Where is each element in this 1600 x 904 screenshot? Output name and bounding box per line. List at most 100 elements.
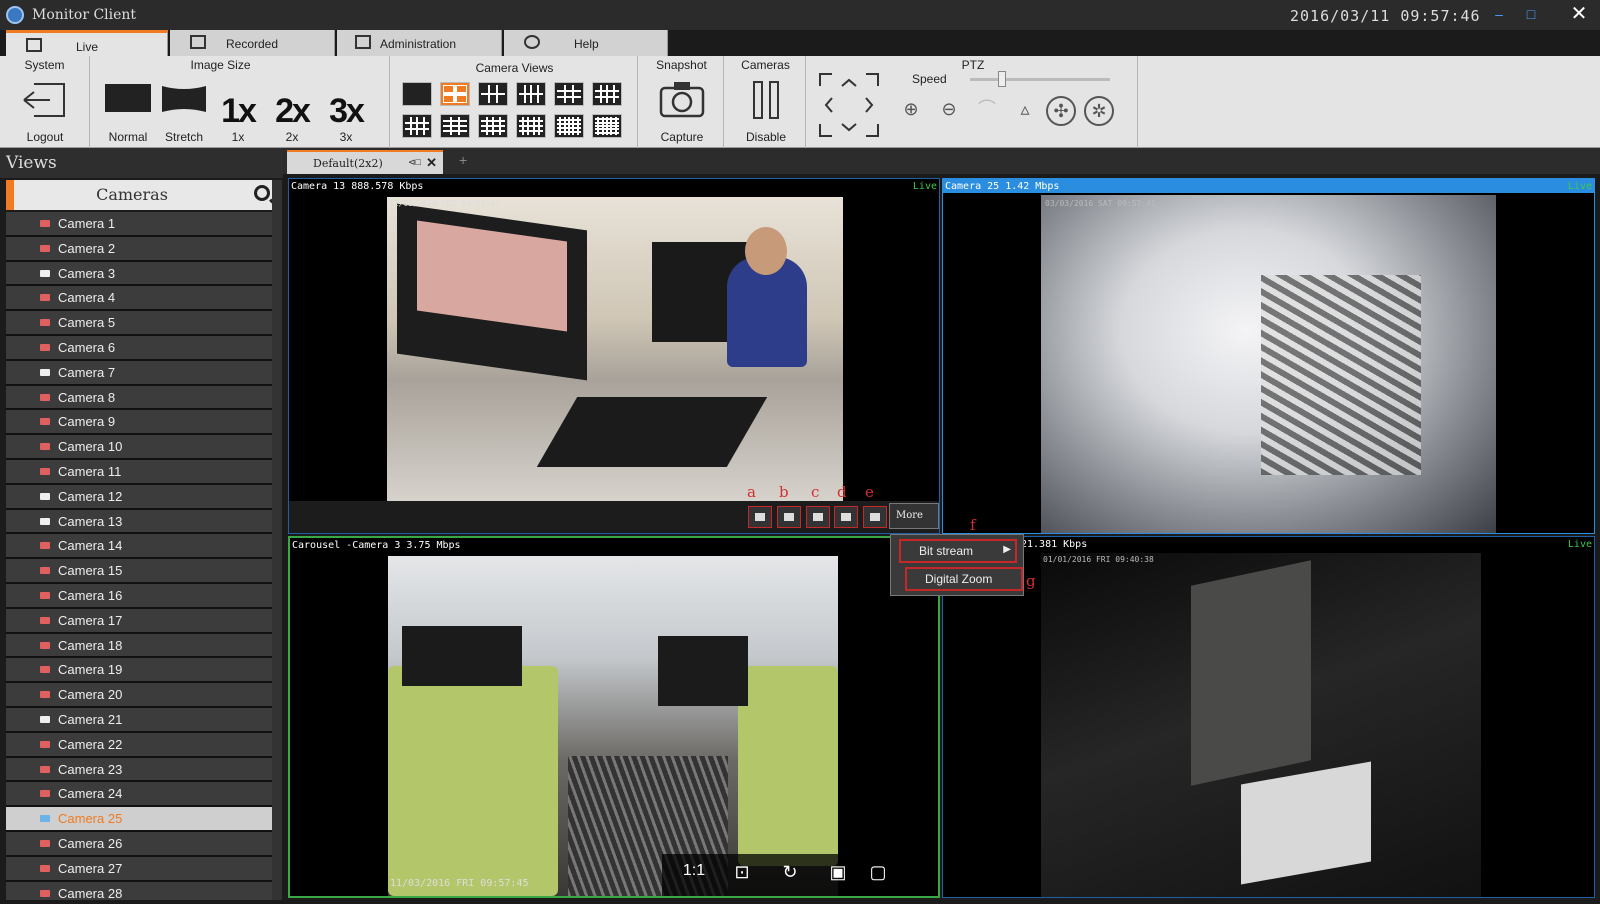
zoom-3x-button[interactable]: 3x 3x [318,74,374,144]
zoom-2x-button[interactable]: 2x 2x [264,74,320,144]
maximize-button[interactable]: □ [1518,4,1544,24]
layout-option[interactable] [478,114,508,138]
camera-list-item[interactable]: Camera 23 [6,757,272,783]
layout-option[interactable] [440,82,470,106]
fullscreen-icon[interactable]: ▢ [864,862,892,886]
camera-label: Camera 20 [58,687,123,703]
layout-option[interactable] [592,114,622,138]
camera-list-item[interactable]: Camera 7 [6,360,272,386]
clock-display: 2016/03/11 09:57:46 [1290,7,1481,25]
camera-list-item[interactable]: Camera 18 [6,633,272,659]
camera-list-item[interactable]: Camera 11 [6,459,272,485]
video-pane-carousel-camera-3[interactable]: Carousel -Camera 3 3.75 Mbps 11/03/2016 … [288,536,940,898]
camera-list-item[interactable]: Camera 4 [6,286,272,312]
layout-option[interactable] [592,82,622,106]
pin-icon[interactable]: ⊲□ [408,157,421,168]
camera-list-item[interactable]: Camera 21 [6,707,272,733]
camera-list-item[interactable]: Camera 10 [6,435,272,460]
tab-recorded[interactable]: Recorded [170,30,335,56]
focus-far-icon[interactable]: ▵ [1010,96,1040,126]
camera-list-item[interactable]: Camera 20 [6,683,272,708]
zoom-1x-button[interactable]: 1x 1x [210,74,266,144]
snapshot-button[interactable] [777,506,801,528]
layout-option[interactable] [516,82,546,106]
fit-icon[interactable]: ⊡ [728,862,756,886]
camera-label: Camera 14 [58,538,123,554]
camera-list-item[interactable]: Camera 22 [6,732,272,758]
save-icon[interactable]: ▣ [824,862,852,886]
capture-button[interactable]: Capture [646,74,718,144]
camera-list-item[interactable]: Camera 15 [6,559,272,584]
speed-label: Speed [912,72,947,86]
camera-list-item[interactable]: Camera 24 [6,782,272,808]
zoom-out-icon[interactable]: ⊖ [934,96,964,126]
layout-option[interactable] [402,82,432,106]
stop-button[interactable] [748,506,772,528]
camera-icon [40,666,50,674]
tab-live[interactable]: Live [6,30,168,56]
pane-control-bar: More [289,501,939,533]
mute-button[interactable] [863,506,887,528]
tab-default-2x2[interactable]: Default(2x2) ⊲□ ✕ [287,150,443,174]
logout-button[interactable]: Logout [10,74,80,144]
ptz-direction-pad[interactable] [818,72,880,138]
layout-option[interactable] [478,82,508,106]
camera-list-item[interactable]: Camera 5 [6,311,272,336]
menu-item-digital-zoom[interactable]: Digital Zoom [905,567,1023,591]
camera-list-item[interactable]: Camera 26 [6,831,272,857]
video-pane-camera-13[interactable]: Camera 13 888.578 Kbps Live 11/03/2016 F… [288,178,940,534]
camera-list-item[interactable]: Camera 12 [6,484,272,510]
ratio-button[interactable]: 1:1 [680,862,708,886]
layout-option[interactable] [554,82,584,106]
layout-option[interactable] [516,114,546,138]
chair-back-shape [388,666,558,896]
minimize-button[interactable]: – [1486,4,1512,24]
microphone-button[interactable] [834,506,858,528]
more-button[interactable]: More [889,503,939,529]
layout-option[interactable] [554,114,584,138]
tab-administration[interactable]: Administration [337,30,502,56]
rotate-icon[interactable]: ↻ [776,862,804,886]
camera-list-item[interactable]: Camera 13 [6,509,272,535]
zoom-in-icon[interactable]: ⊕ [896,96,926,126]
camera-list-item[interactable]: Camera 8 [6,385,272,411]
digital-zoom-toolbar: 1:1 ⊡ ↻ ▣ ▢ [662,854,928,896]
camera-list-item[interactable]: Camera 9 [6,410,272,436]
camera-list-item[interactable]: Camera 2 [6,236,272,262]
layout-option[interactable] [402,114,432,138]
camera-list-item[interactable]: Camera 14 [6,534,272,560]
camera-list-item[interactable]: Camera 27 [6,856,272,882]
close-button[interactable]: ✕ [1566,4,1592,24]
speed-slider[interactable] [970,71,1110,87]
camera-list-item[interactable]: Camera 17 [6,608,272,634]
close-tab-icon[interactable]: ✕ [426,155,437,171]
video-pane-camera-25[interactable]: Camera 25 1.42 Mbps Live 03/03/2016 SAT … [942,178,1595,534]
add-view-button[interactable]: + [459,152,467,168]
camera-icon [40,269,50,277]
camera-list-item[interactable]: Camera 1 [6,212,272,237]
scrollbar[interactable] [272,180,282,900]
camera-list-item[interactable]: Camera 16 [6,583,272,609]
iris-close-icon[interactable]: ✲ [1084,96,1114,126]
disable-button[interactable]: Disable [730,74,802,144]
menu-item-bit-stream[interactable]: Bit stream ▶ [899,539,1017,563]
camera-list-item[interactable]: Camera 3 [6,261,272,287]
timestamp: 03/03/2016 SAT 09:57:41 [1045,199,1156,208]
camera-label: Camera 1 [58,216,116,231]
video-pane-4[interactable]: 21.381 Kbps Live 01/01/2016 FRI 09:40:38 [942,536,1595,898]
camera-list-item[interactable]: Camera 28 [6,881,272,900]
camera-list-item[interactable]: Camera 6 [6,335,272,361]
camera-icon [40,393,50,401]
normal-size-button[interactable]: Normal [100,74,156,144]
speed-slider-thumb[interactable] [998,71,1006,87]
search-icon[interactable] [254,185,270,201]
camera-icon [40,765,50,773]
record-button[interactable] [806,506,830,528]
camera-list-item[interactable]: Camera 19 [6,658,272,684]
tab-help[interactable]: Help [504,30,668,56]
stretch-button[interactable]: Stretch [156,74,212,144]
camera-list-item[interactable]: Camera 25 [6,807,272,832]
iris-open-icon[interactable]: ✣ [1046,96,1076,126]
layout-option[interactable] [440,114,470,138]
focus-near-icon[interactable]: ⌒ [972,96,1002,126]
